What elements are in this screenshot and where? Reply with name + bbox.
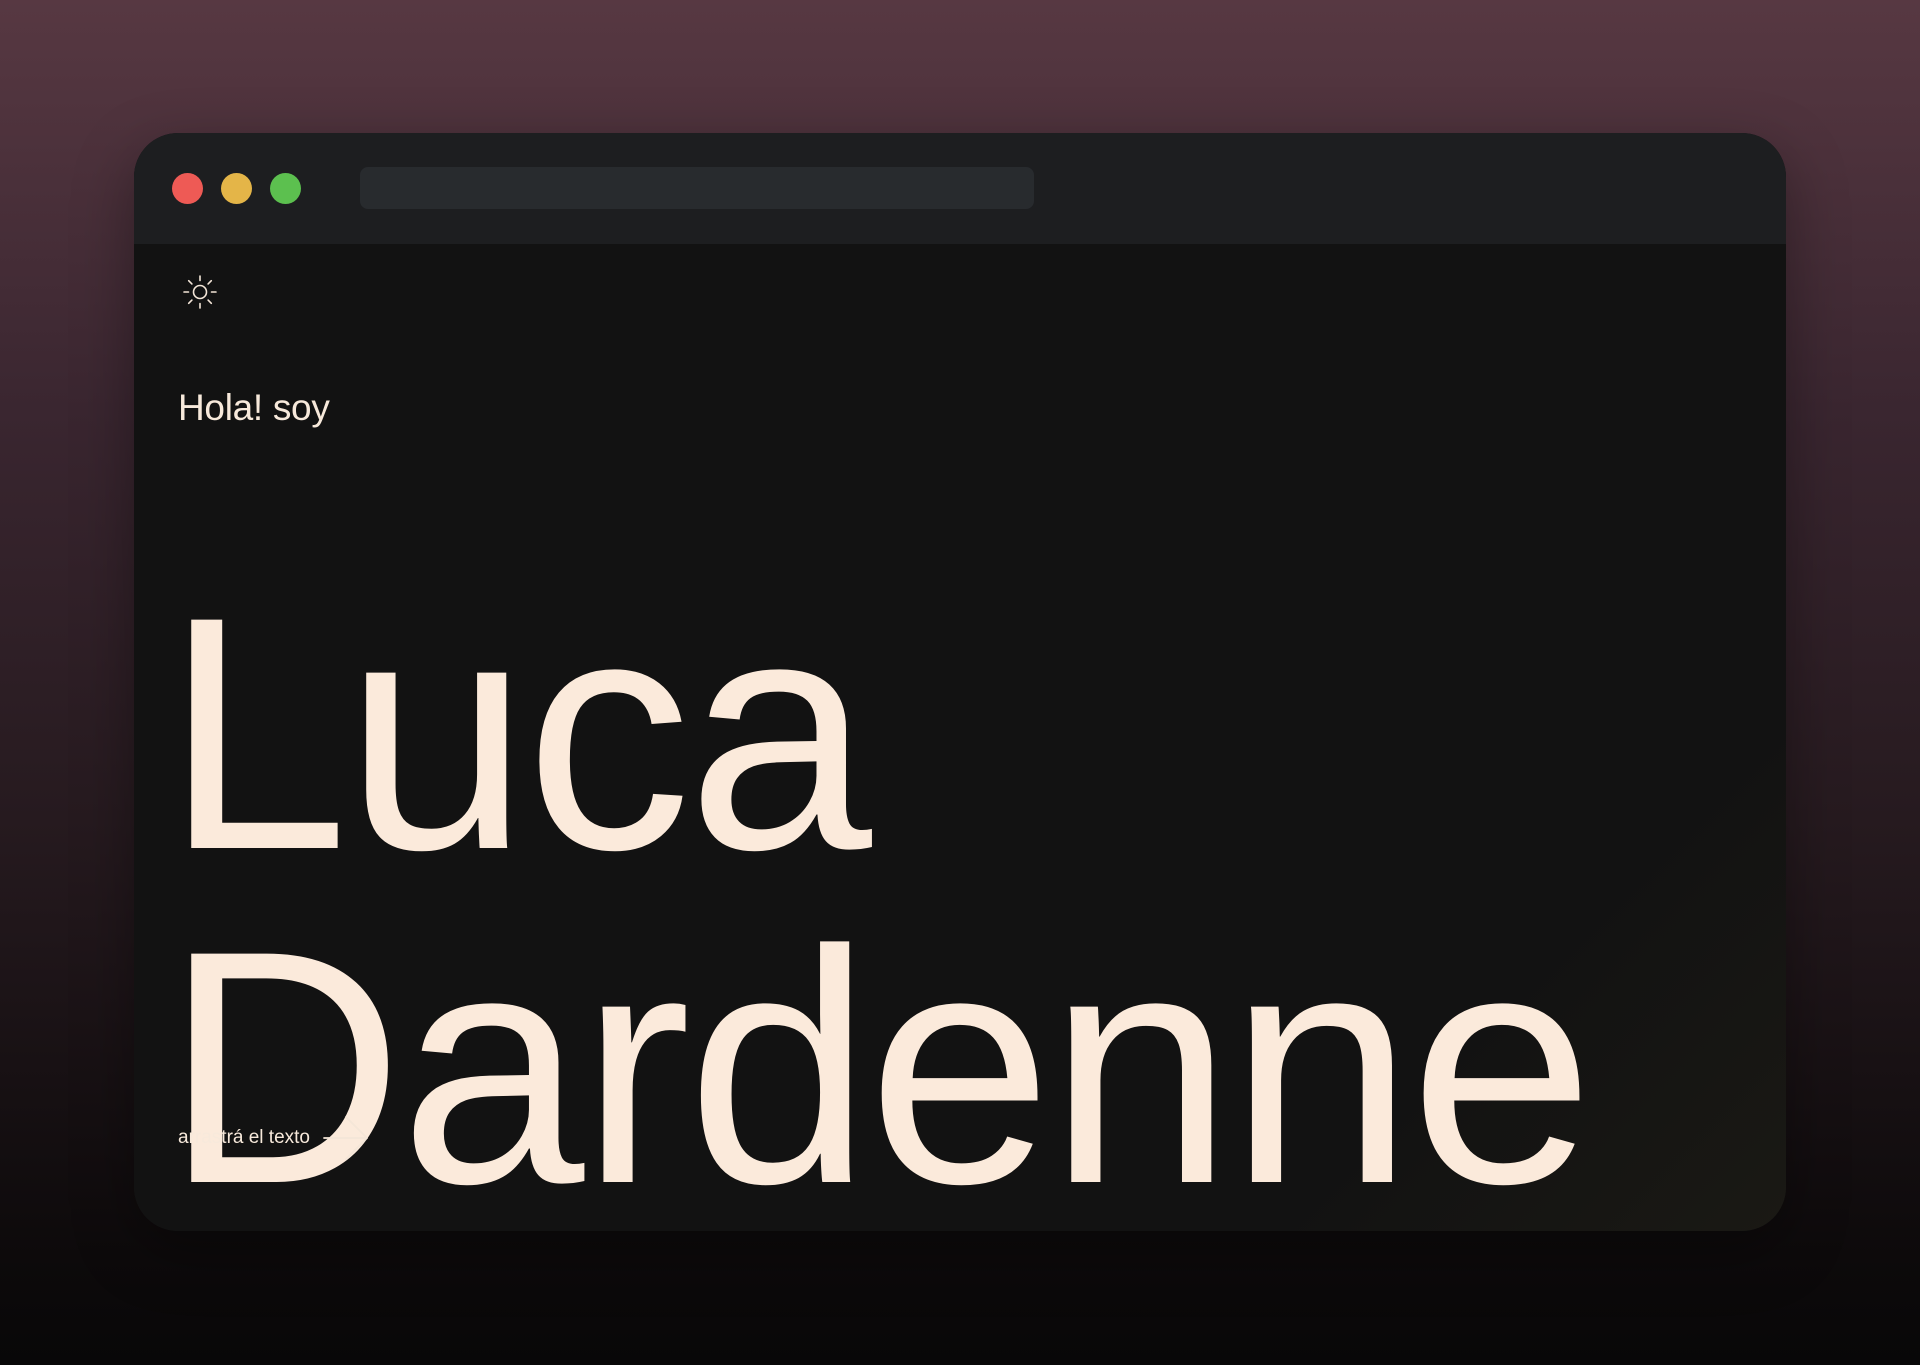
minimize-window-button[interactable]: [221, 173, 252, 204]
greeting-text: Hola! soy: [178, 387, 330, 428]
sun-icon: [183, 275, 217, 309]
page-content: Hola! soy Luca Dardenne arrastrá el text…: [134, 244, 1786, 1231]
page: { "window": { "traffic_lights": { "close…: [0, 0, 1920, 1365]
name-first[interactable]: Luca: [164, 568, 872, 900]
drag-hint-label: arrastrá el texto: [178, 1127, 310, 1148]
close-window-button[interactable]: [172, 173, 203, 204]
arrow-right-icon: [323, 1116, 368, 1160]
address-bar[interactable]: [360, 167, 1034, 209]
theme-toggle-button[interactable]: [182, 274, 218, 310]
window-titlebar: [134, 133, 1786, 244]
name-last[interactable]: Dardenne: [164, 902, 1594, 1232]
maximize-window-button[interactable]: [270, 173, 301, 204]
browser-window: Hola! soy Luca Dardenne arrastrá el text…: [134, 133, 1786, 1231]
drag-hint[interactable]: arrastrá el texto: [178, 1114, 370, 1162]
